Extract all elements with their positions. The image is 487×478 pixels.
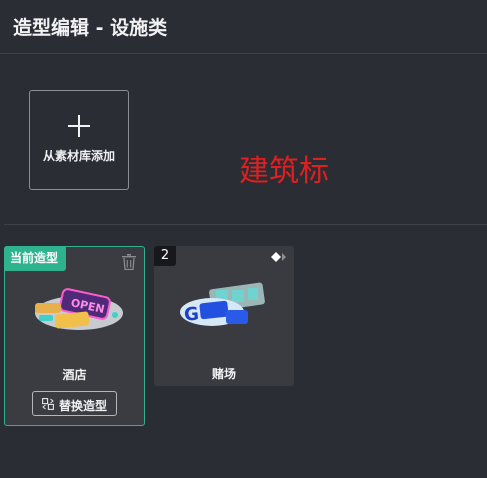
model-card-casino[interactable]: 2 G 赌场	[154, 246, 294, 386]
header: 造型编辑 - 设施类	[0, 0, 487, 54]
section-divider	[4, 224, 487, 225]
model-name-hotel: 酒店	[62, 368, 87, 382]
diamond-icon	[271, 252, 286, 262]
replace-model-button[interactable]: 替换造型	[32, 391, 117, 416]
page-title: 造型编辑 - 设施类	[13, 17, 168, 39]
replace-icon	[42, 398, 54, 410]
hotel-thumbnail: OPEN	[35, 288, 123, 330]
trash-icon[interactable]	[122, 254, 136, 270]
add-from-library-label: 从素材库添加	[42, 149, 115, 163]
model-card-hotel[interactable]: 当前造型 OPEN 酒店 替换造型	[4, 246, 145, 426]
casino-thumbnail: G	[180, 282, 265, 326]
current-model-badge: 当前造型	[4, 246, 66, 271]
annotation-text: 建筑标	[239, 154, 329, 189]
replace-model-label: 替换造型	[59, 399, 108, 413]
model-index-badge: 2	[154, 246, 176, 266]
add-from-library-button[interactable]: 从素材库添加	[29, 90, 129, 190]
model-name-casino: 赌场	[211, 367, 236, 381]
svg-text:G: G	[183, 303, 200, 325]
plus-icon	[68, 115, 90, 137]
